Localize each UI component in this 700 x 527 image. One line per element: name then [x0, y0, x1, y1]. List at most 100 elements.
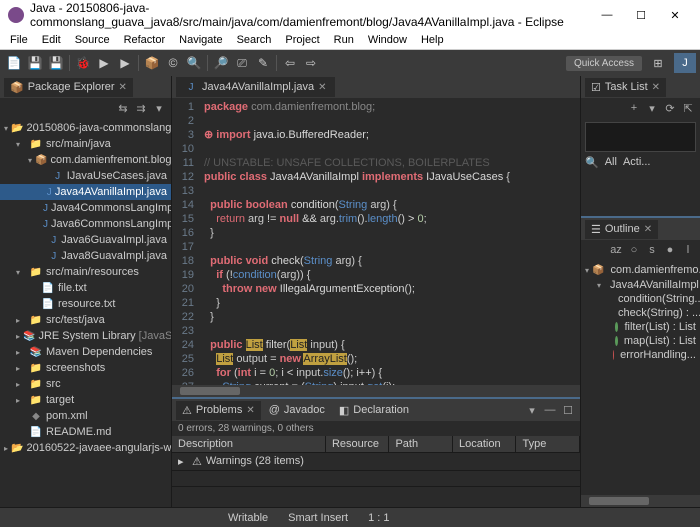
new-icon[interactable]: 📄 [4, 53, 24, 73]
collapse-icon[interactable]: ⇱ [680, 100, 696, 116]
fwd-icon[interactable]: ⇨ [301, 53, 321, 73]
editor-hscroll[interactable] [172, 385, 580, 397]
column-header[interactable]: Resource [326, 436, 390, 452]
menu-run[interactable]: Run [328, 32, 360, 48]
quick-access[interactable]: Quick Access [566, 56, 642, 71]
hide-local-icon[interactable]: l [680, 242, 696, 258]
menu-icon[interactable]: ▾ [151, 100, 167, 116]
column-header[interactable]: Description [172, 436, 326, 452]
filter-all[interactable]: All [605, 156, 617, 169]
link-icon[interactable]: ⇉ [133, 100, 149, 116]
run-icon[interactable]: ▶ [94, 53, 114, 73]
filter-active[interactable]: Acti... [623, 156, 651, 169]
outline-item[interactable]: errorHandling... [581, 348, 700, 362]
column-header[interactable]: Path [389, 436, 453, 452]
menu-project[interactable]: Project [279, 32, 325, 48]
annotate-icon[interactable]: ✎ [253, 53, 273, 73]
close-icon[interactable]: ✕ [318, 82, 326, 93]
sort-icon[interactable]: az [608, 242, 624, 258]
max-icon[interactable]: ☐ [560, 402, 576, 418]
debug-icon[interactable]: 🐞 [73, 53, 93, 73]
table-row[interactable]: ▸ ⚠ Warnings (28 items) [172, 453, 580, 470]
collapse-icon[interactable]: ⇆ [115, 100, 131, 116]
hide-static-icon[interactable]: s [644, 242, 660, 258]
newtask-icon[interactable]: + [626, 100, 642, 116]
tree-item[interactable]: ▸📁target [0, 392, 171, 408]
tree-item[interactable]: ▸📚Maven Dependencies [0, 344, 171, 360]
outline-item[interactable]: filter(List) : List [581, 320, 700, 334]
tree-item[interactable]: 📄file.txt [0, 280, 171, 296]
outline-item[interactable]: check(String) : ... [581, 306, 700, 320]
tree-item[interactable]: JJava4AVanillaImpl.java [0, 184, 171, 200]
newclass-icon[interactable]: © [163, 53, 183, 73]
problems-tab[interactable]: ⚠ Problems ✕ [176, 401, 261, 420]
saveall-icon[interactable]: 💾 [46, 53, 66, 73]
code-editor[interactable]: 1231011121314151617181920212223242526272… [172, 98, 580, 385]
tree-item[interactable]: ▾📁src/main/resources [0, 264, 171, 280]
tree-item[interactable]: ▸📁screenshots [0, 360, 171, 376]
maximize-button[interactable]: ☐ [624, 4, 658, 26]
hide-fields-icon[interactable]: ○ [626, 242, 642, 258]
outline-tree[interactable]: ▾📦com.damienfremo...▾Java4AVanillaImplco… [581, 260, 700, 495]
column-header[interactable]: Type [516, 436, 580, 452]
back-icon[interactable]: ⇦ [280, 53, 300, 73]
close-button[interactable]: ✕ [658, 4, 692, 26]
min-icon[interactable]: — [542, 402, 558, 418]
search-icon[interactable]: 🔎 [211, 53, 231, 73]
tree-item[interactable]: ▸📚JRE System Library [JavaSE-1.8] [0, 328, 171, 344]
outline-item[interactable]: condition(String... [581, 292, 700, 306]
task-list-tab[interactable]: ☑ Task List ✕ [585, 78, 666, 97]
filter-icon[interactable]: ▾ [524, 402, 540, 418]
tree-item[interactable]: JIJavaUseCases.java [0, 168, 171, 184]
menu-navigate[interactable]: Navigate [173, 32, 228, 48]
sync-icon[interactable]: ⟳ [662, 100, 678, 116]
menu-edit[interactable]: Edit [36, 32, 67, 48]
menu-source[interactable]: Source [69, 32, 116, 48]
minimize-button[interactable]: — [590, 4, 624, 26]
tree-item[interactable]: JJava4CommonsLangImpl.java [0, 200, 171, 216]
tree-item[interactable]: ▸📂20160522-javaee-angularjs-webpack... [0, 440, 171, 456]
declaration-tab[interactable]: ◧ Declaration [333, 401, 415, 420]
tree-item[interactable]: ▾📁src/main/java [0, 136, 171, 152]
find-icon[interactable]: 🔍 [585, 156, 599, 169]
task-search-input[interactable] [585, 122, 696, 152]
outline-hscroll[interactable] [581, 495, 700, 507]
editor-tab[interactable]: J Java4AVanillaImpl.java ✕ [176, 77, 335, 97]
menu-refactor[interactable]: Refactor [118, 32, 172, 48]
menu-file[interactable]: File [4, 32, 34, 48]
outline-item[interactable]: ▾📦com.damienfremo... [581, 262, 700, 278]
close-icon[interactable]: ✕ [652, 82, 660, 93]
package-explorer-tab[interactable]: 📦 Package Explorer ✕ [4, 78, 133, 97]
column-header[interactable]: Location [453, 436, 517, 452]
tree-item[interactable]: ◆pom.xml [0, 408, 171, 424]
open-perspective-icon[interactable]: ⊞ [647, 53, 669, 73]
outline-item[interactable]: map(List) : List [581, 334, 700, 348]
openType-icon[interactable]: 🔍 [184, 53, 204, 73]
save-icon[interactable]: 💾 [25, 53, 45, 73]
java-perspective-icon[interactable]: J [674, 53, 696, 73]
close-icon[interactable]: ✕ [119, 82, 127, 93]
menu-search[interactable]: Search [231, 32, 278, 48]
tree-item[interactable]: 📄resource.txt [0, 296, 171, 312]
hide-nonpub-icon[interactable]: ● [662, 242, 678, 258]
problems-table[interactable]: DescriptionResourcePathLocationType ▸ ⚠ … [172, 436, 580, 507]
runlast-icon[interactable]: ▶ [115, 53, 135, 73]
tree-item[interactable]: 📄README.md [0, 424, 171, 440]
toggle-icon[interactable]: ⎚ [232, 53, 252, 73]
tree-item[interactable]: ▾📂20150806-java-commonslang_guava_... [0, 120, 171, 136]
close-icon[interactable]: ✕ [644, 224, 652, 235]
menu-window[interactable]: Window [362, 32, 413, 48]
expand-icon[interactable]: ▸ [178, 455, 188, 468]
outline-tab[interactable]: ☰ Outline ✕ [585, 220, 658, 239]
outline-item[interactable]: ▾Java4AVanillaImpl [581, 278, 700, 292]
close-icon[interactable]: ✕ [246, 405, 254, 416]
tree-item[interactable]: JJava8GuavaImpl.java [0, 248, 171, 264]
tree-item[interactable]: ▸📁src [0, 376, 171, 392]
tree-item[interactable]: ▸📁src/test/java [0, 312, 171, 328]
menu-help[interactable]: Help [415, 32, 450, 48]
tree-item[interactable]: JJava6GuavaImpl.java [0, 232, 171, 248]
cat-icon[interactable]: ▾ [644, 100, 660, 116]
tree-item[interactable]: ▾📦com.damienfremont.blog [0, 152, 171, 168]
newpkg-icon[interactable]: 📦 [142, 53, 162, 73]
package-tree[interactable]: ▾📂20150806-java-commonslang_guava_...▾📁s… [0, 118, 171, 507]
